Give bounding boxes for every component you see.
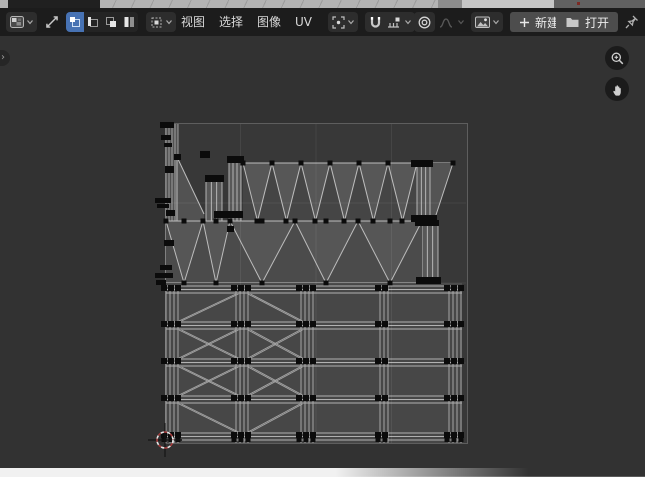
snap-group bbox=[365, 12, 415, 32]
chevron-down-icon bbox=[347, 19, 355, 25]
pin-icon bbox=[624, 14, 639, 30]
folder-icon bbox=[565, 16, 580, 29]
snap-target-icon[interactable] bbox=[386, 15, 401, 30]
falloff-curve-icon[interactable] bbox=[438, 15, 454, 30]
editor-type-button[interactable] bbox=[6, 12, 37, 32]
viewport-origin-dot bbox=[577, 2, 580, 5]
uv-canvas[interactable]: › bbox=[0, 36, 645, 468]
uv-mesh-svg[interactable] bbox=[0, 36, 645, 468]
chevron-down-icon bbox=[165, 19, 173, 25]
chevron-down-icon bbox=[404, 19, 412, 25]
zoom-in-icon bbox=[610, 51, 625, 66]
blender-uv-editor-window: 视图 选择 图像 UV bbox=[0, 0, 645, 477]
menu-view[interactable]: 视图 bbox=[179, 12, 207, 32]
chevron-down-icon bbox=[457, 19, 465, 25]
pivot-point-icon bbox=[331, 15, 346, 30]
menu-image[interactable]: 图像 bbox=[255, 12, 283, 32]
viewport-patch bbox=[438, 0, 462, 8]
menu-uv[interactable]: UV bbox=[293, 12, 314, 32]
plus-icon bbox=[519, 17, 530, 28]
viewport-above-sliver bbox=[0, 0, 645, 8]
snap-magnet-icon[interactable] bbox=[368, 15, 383, 30]
edge-select-button[interactable] bbox=[84, 12, 102, 32]
island-select-button[interactable] bbox=[120, 12, 138, 32]
pan-hand-icon bbox=[610, 82, 625, 97]
uv-sync-select-toggle[interactable] bbox=[43, 12, 61, 32]
pin-toggle[interactable] bbox=[624, 12, 639, 32]
chevron-down-icon bbox=[26, 19, 34, 25]
uv-sync-arrows-icon bbox=[43, 13, 61, 31]
viewport-grid-lines bbox=[98, 0, 438, 8]
face-select-button[interactable] bbox=[102, 12, 120, 32]
vertex-select-icon bbox=[68, 15, 82, 29]
uv-editor-type-icon bbox=[9, 14, 25, 30]
viewport-dark-patch bbox=[8, 0, 100, 8]
zoom-gizmo[interactable] bbox=[605, 46, 629, 70]
edge-select-icon bbox=[86, 15, 100, 29]
image-browse-dropdown[interactable] bbox=[471, 12, 503, 32]
uv-selection-mode-group bbox=[66, 12, 138, 32]
face-select-icon bbox=[104, 15, 118, 29]
pan-gizmo[interactable] bbox=[605, 77, 629, 101]
proportional-edit-group bbox=[414, 12, 465, 32]
bottom-white-strip bbox=[0, 468, 645, 477]
open-image-button[interactable]: 打开 bbox=[556, 12, 618, 32]
island-select-icon bbox=[122, 15, 136, 29]
proportional-edit-toggle[interactable] bbox=[414, 12, 435, 32]
open-image-label: 打开 bbox=[585, 14, 609, 31]
sticky-select-icon bbox=[149, 15, 164, 30]
viewport-light-patch bbox=[462, 0, 554, 8]
chevron-down-icon bbox=[492, 19, 500, 25]
menu-select[interactable]: 选择 bbox=[217, 12, 245, 32]
sticky-select-dropdown[interactable] bbox=[146, 12, 176, 32]
proportional-edit-icon bbox=[417, 15, 432, 30]
viewport-right-patch bbox=[554, 0, 645, 8]
vertex-select-button[interactable] bbox=[66, 12, 84, 32]
uv-editor-header: 视图 选择 图像 UV bbox=[0, 8, 645, 36]
pivot-point-dropdown[interactable] bbox=[328, 12, 358, 32]
image-icon bbox=[474, 14, 491, 30]
